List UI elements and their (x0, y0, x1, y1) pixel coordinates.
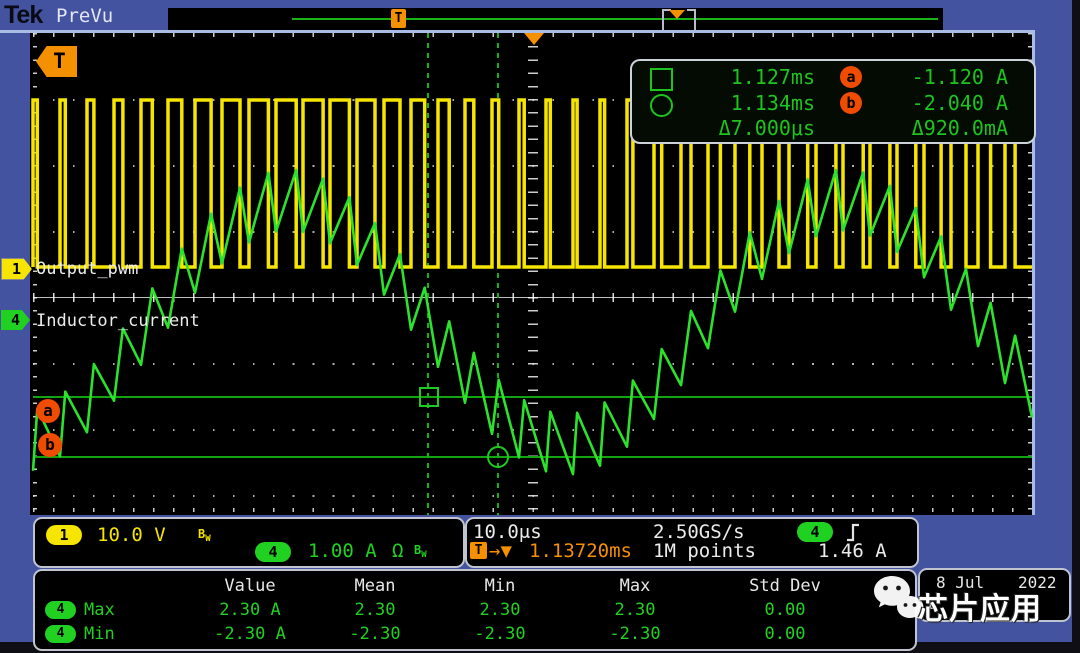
horizontal-trigger-box[interactable]: 10.0μs 2.50GS/s 4 T →▼ 1.13720ms 1M poin… (465, 517, 919, 568)
meas-std: 0.00 (705, 600, 865, 620)
cursor-delta-value: Δ920.0mA (868, 115, 1008, 141)
trigger-delay-t-icon: T (470, 542, 487, 559)
cursor-delta-time: Δ7.000μs (690, 115, 815, 141)
meas-max: 2.30 (565, 600, 705, 620)
wechat-icon (872, 574, 924, 626)
meas-mean: -2.30 (315, 624, 435, 644)
col-stddev: Std Dev (705, 576, 865, 596)
cursor-readout-box: 1.127ms 1.134ms Δ7.000μs a b -1.120 A -2… (630, 59, 1036, 144)
watermark-text: 芯片应用 (918, 584, 1042, 628)
meas-name: Max (84, 600, 115, 620)
cursor-b-hline[interactable] (33, 456, 1032, 458)
trigger-delay-arrow: →▼ (489, 540, 512, 562)
cursor-a-value: -1.120 A (868, 64, 1008, 90)
record-overview-bar (168, 8, 943, 30)
cursor-2-time: 1.134ms (690, 90, 815, 116)
record-trigger-position-marker[interactable]: T (391, 9, 406, 28)
col-mean: Mean (315, 576, 435, 596)
measurement-table: Value Mean Min Max Std Dev 4 Max 2.30 A … (33, 569, 917, 651)
cursor-1-vline[interactable] (427, 33, 429, 515)
cursor-1-time: 1.127ms (690, 64, 815, 90)
cursor-a-badge[interactable]: a (36, 399, 60, 423)
arrow-icon: → (489, 540, 500, 562)
cursor-b-badge[interactable]: b (38, 433, 62, 457)
graticule-dot-row (33, 165, 1032, 167)
oscilloscope-screen: Tek PreVu T T 1 4 Output_pwm Inductor_cu… (0, 0, 1080, 653)
meas-mean: 2.30 (315, 600, 435, 620)
ch4-pill: 4 (45, 601, 76, 619)
col-max: Max (565, 576, 705, 596)
record-waveform-line (292, 18, 938, 20)
vertical-scale-box[interactable]: 1 10.0 V BW 4 1.00 A Ω BW (33, 517, 465, 568)
meas-min: -2.30 (435, 624, 565, 644)
bw-w: W (205, 534, 210, 544)
cursor-1-square-marker[interactable] (419, 387, 439, 407)
ch4-pill: 4 (45, 625, 76, 643)
ch4-waveform-label: Inductor_current (36, 311, 200, 331)
ch1-bandwidth-icon: BW (198, 527, 211, 544)
trigger-level-value: 1.46 A (818, 540, 887, 562)
graticule-dot-row (33, 231, 1032, 233)
cursor-b-value: -2.040 A (868, 90, 1008, 116)
meas-min: 2.30 (435, 600, 565, 620)
cursor-a-readout-badge: a (840, 66, 862, 88)
ch4-pill[interactable]: 4 (255, 542, 291, 562)
ch1-scale: 10.0 V (97, 524, 166, 546)
cursor-b-readout-badge: b (840, 92, 862, 114)
graticule-dot-row (33, 363, 1032, 365)
tek-logo: Tek (4, 1, 42, 30)
meas-value: 2.30 A (185, 600, 315, 620)
meas-max: -2.30 (565, 624, 705, 644)
meas-std: 0.00 (705, 624, 865, 644)
measurement-header-row: Value Mean Min Max Std Dev (45, 573, 905, 598)
trigger-delay-value: 1.13720ms (529, 540, 632, 562)
acquisition-mode-label: PreVu (56, 5, 113, 27)
trigger-source-pill[interactable]: 4 (797, 522, 833, 542)
measurement-row-min[interactable]: 4 Min -2.30 A -2.30 -2.30 -2.30 0.00 (45, 621, 905, 646)
ch4-bandwidth-icon: BW (414, 543, 427, 560)
ch1-waveform-label: Output_pwm (36, 259, 138, 279)
graticule-dot-row (33, 495, 1032, 497)
meas-name: Min (84, 624, 115, 644)
ch4-coupling-icon: Ω (392, 540, 403, 562)
cursor-2-circle-icon (650, 94, 673, 117)
ch4-scale: 1.00 A (308, 540, 377, 562)
cursor-2-vline[interactable] (497, 33, 499, 515)
view-window-position-icon (669, 10, 685, 19)
measurement-row-max[interactable]: 4 Max 2.30 A 2.30 2.30 2.30 0.00 (45, 597, 905, 622)
wechat-watermark: 芯片应用 (872, 574, 1080, 634)
col-min: Min (435, 576, 565, 596)
row-label: 4 Max (45, 600, 185, 620)
down-triangle-icon: ▼ (500, 540, 511, 562)
cursor-1-square-icon (650, 68, 673, 91)
meas-value: -2.30 A (185, 624, 315, 644)
bw-w: W (421, 550, 426, 560)
cursor-a-hline[interactable] (33, 396, 1032, 398)
row-label: 4 Min (45, 624, 185, 644)
col-value: Value (185, 576, 315, 596)
view-window-bracket-right[interactable] (687, 9, 696, 32)
cursor-2-circle-marker[interactable] (487, 446, 509, 468)
trigger-position-icon[interactable] (524, 33, 544, 45)
graticule-dot-row (33, 429, 1032, 431)
center-vertical-axis-ticks (528, 33, 538, 515)
ch1-pill[interactable]: 1 (46, 525, 82, 545)
record-length: 1M points (653, 540, 756, 562)
